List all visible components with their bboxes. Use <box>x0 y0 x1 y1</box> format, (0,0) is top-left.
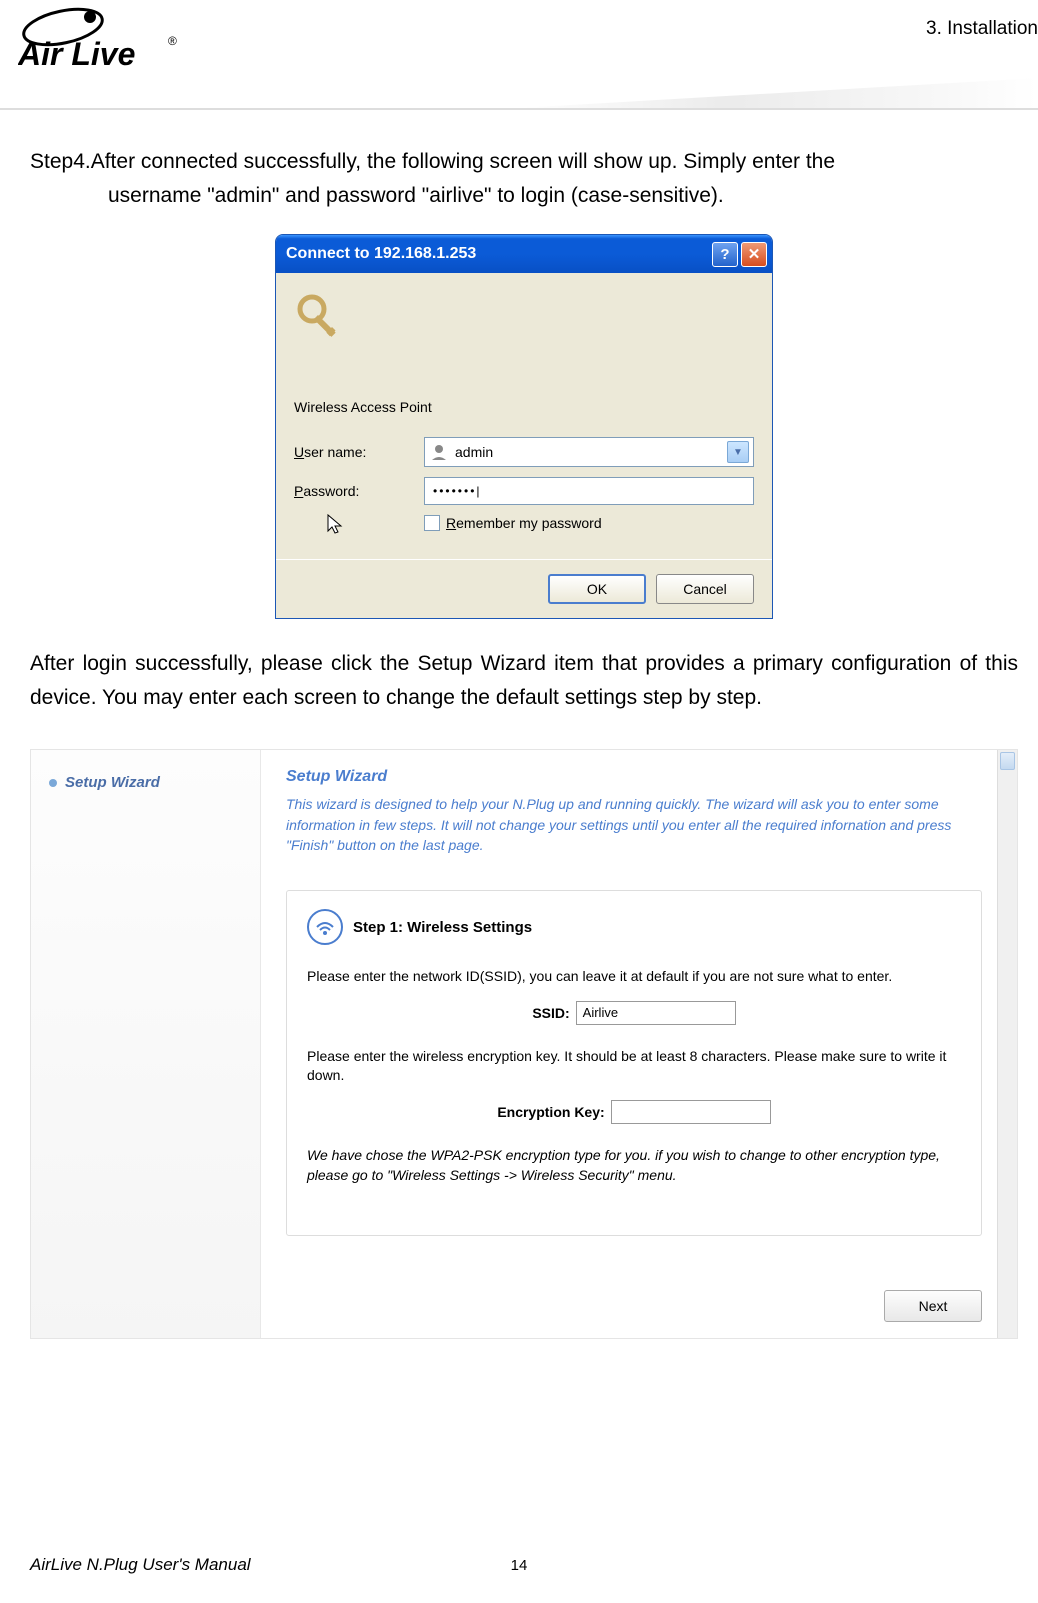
svg-text:®: ® <box>168 34 177 48</box>
step1-title: Step 1: Wireless Settings <box>353 919 532 936</box>
scrollbar-up-arrow-icon[interactable] <box>1000 752 1015 770</box>
remember-label: Remember my password <box>446 515 602 531</box>
after-login-paragraph: After login successfully, please click t… <box>30 647 1018 714</box>
dialog-titlebar[interactable]: Connect to 192.168.1.253 ? ✕ <box>276 235 772 273</box>
wizard-intro: This wizard is designed to help your N.P… <box>286 794 982 855</box>
wizard-step-panel: Step 1: Wireless Settings Please enter t… <box>286 890 982 1236</box>
chapter-label: 3. Installation <box>926 18 1038 40</box>
ssid-instruction: Please enter the network ID(SSID), you c… <box>307 967 961 987</box>
username-value: admin <box>455 444 727 460</box>
step4-paragraph: Step4. After connected successfully, the… <box>30 145 1018 212</box>
user-icon <box>429 442 449 462</box>
wifi-icon <box>307 909 343 945</box>
wizard-main: Setup Wizard This wizard is designed to … <box>261 750 1017 1338</box>
header-divider-graphic <box>0 78 1038 108</box>
server-name: Wireless Access Point <box>294 399 754 415</box>
sidebar-item-setup-wizard[interactable]: Setup Wizard <box>31 768 260 797</box>
encryption-key-label: Encryption Key: <box>497 1104 604 1120</box>
wizard-sidebar: Setup Wizard <box>31 750 261 1338</box>
username-label: User name: <box>294 444 424 460</box>
password-label: Password: <box>294 483 424 499</box>
encryption-key-input[interactable] <box>611 1100 771 1124</box>
ok-button[interactable]: OK <box>548 574 646 604</box>
next-button[interactable]: Next <box>884 1290 982 1322</box>
dialog-title: Connect to 192.168.1.253 <box>286 245 709 263</box>
svg-text:Air Live: Air Live <box>18 36 135 72</box>
footer-page-number: 14 <box>511 1557 528 1574</box>
page-header: Air Live ® 3. Installation <box>0 0 1038 110</box>
username-combobox[interactable]: admin ▼ <box>424 437 754 467</box>
ssid-input[interactable]: Airlive <box>576 1001 736 1025</box>
help-button[interactable]: ? <box>712 242 738 267</box>
key-instruction: Please enter the wireless encryption key… <box>307 1047 961 1086</box>
step4-line1: After connected successfully, the follow… <box>91 145 835 179</box>
brand-logo: Air Live ® <box>18 5 218 75</box>
ssid-label: SSID: <box>532 1005 569 1021</box>
wizard-title: Setup Wizard <box>286 768 982 786</box>
encryption-note: We have chose the WPA2-PSK encryption ty… <box>307 1146 961 1185</box>
airlive-logo-icon: Air Live ® <box>18 5 218 75</box>
cursor-icon <box>326 513 346 543</box>
setup-wizard-screenshot: Setup Wizard Setup Wizard This wizard is… <box>30 749 1018 1339</box>
bullet-icon <box>49 779 57 787</box>
login-dialog: Connect to 192.168.1.253 ? ✕ Wireless Ac… <box>275 234 773 619</box>
footer-manual-title: AirLive N.Plug User's Manual <box>30 1555 251 1575</box>
keys-icon <box>294 291 349 346</box>
remember-checkbox[interactable] <box>424 515 440 531</box>
password-input[interactable]: •••••••| <box>424 477 754 505</box>
scrollbar[interactable] <box>997 750 1017 1338</box>
step4-line2: username "admin" and password "airlive" … <box>30 179 1018 213</box>
dropdown-arrow-icon[interactable]: ▼ <box>727 441 749 463</box>
page-footer: AirLive N.Plug User's Manual 14 <box>30 1555 1008 1575</box>
page-content: Step4. After connected successfully, the… <box>0 110 1038 1339</box>
step4-prefix: Step4. <box>30 145 91 179</box>
close-button[interactable]: ✕ <box>741 242 767 267</box>
cancel-button[interactable]: Cancel <box>656 574 754 604</box>
